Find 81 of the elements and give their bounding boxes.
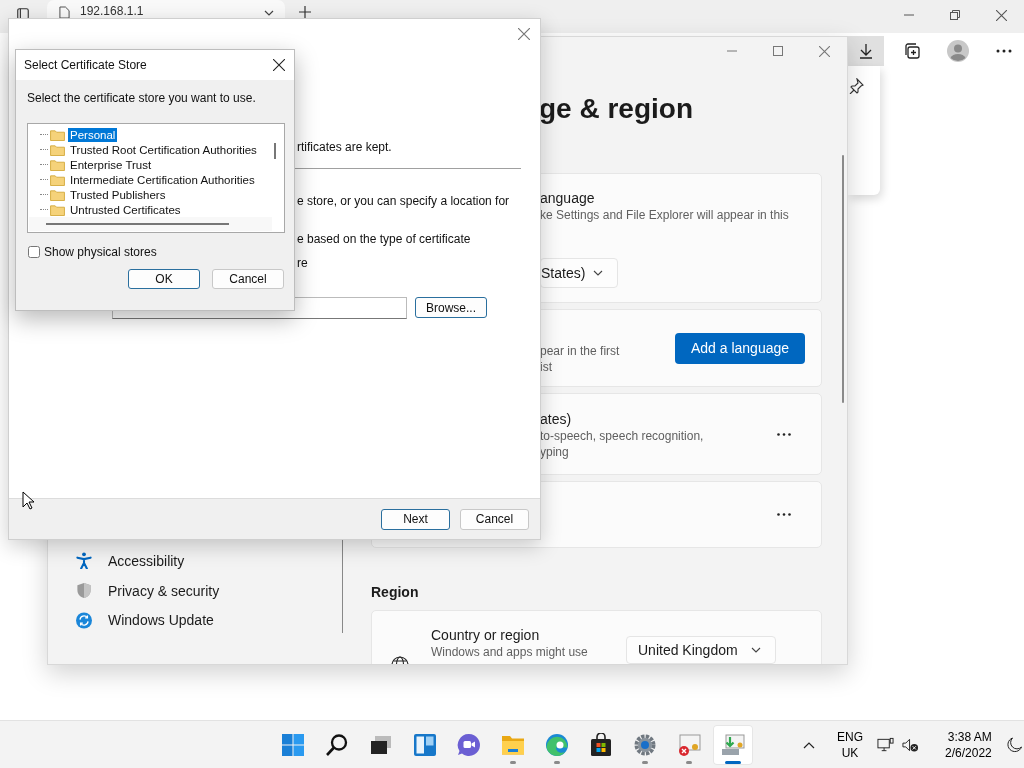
card-title: Country or region (431, 626, 541, 644)
folder-icon (50, 128, 65, 141)
network-icon[interactable] (877, 736, 894, 753)
folder-icon (50, 143, 65, 156)
more-icon[interactable] (777, 513, 791, 516)
store-item[interactable]: Trusted Root Certification Authorities (68, 142, 259, 157)
card-description: Windows and apps might use (431, 644, 588, 660)
chevron-down-icon (751, 647, 761, 653)
ok-button[interactable]: OK (128, 269, 200, 289)
more-icon (996, 49, 1012, 53)
cancel-button[interactable]: Cancel (212, 269, 284, 289)
card-title: ates) (540, 410, 573, 428)
store-item[interactable]: Intermediate Certification Authorities (68, 172, 257, 187)
nav-item[interactable]: Windows Update (48, 607, 342, 633)
section-title: Region (371, 584, 420, 600)
pin-icon[interactable] (848, 78, 864, 94)
nav-item[interactable]: Accessibility (48, 548, 342, 574)
download-icon (858, 43, 874, 59)
option-label: e based on the type of certificate (297, 231, 472, 247)
collections-icon (903, 42, 921, 60)
store-item[interactable]: Trusted Publishers (68, 187, 168, 202)
shopping-bag-icon (589, 732, 613, 757)
close-icon (273, 59, 285, 71)
dialog-title: Select Certificate Store (24, 58, 147, 72)
store-item[interactable]: Untrusted Certificates (68, 202, 183, 217)
card-description: ist (540, 359, 553, 375)
certificate-import-icon (721, 732, 745, 757)
browser-icon (545, 732, 569, 757)
checkbox-label: Show physical stores (44, 245, 157, 259)
start-icon (281, 732, 305, 757)
page-icon (59, 6, 70, 19)
instruction-text: Select the certificate store you want to use. (27, 91, 257, 105)
card-description: ke Settings and File Explorer will appear in this (540, 207, 790, 223)
card-description: yping (540, 444, 570, 460)
close-icon (518, 28, 530, 40)
widgets-icon (413, 732, 437, 757)
page-title: ge & region (539, 92, 693, 126)
language-indicator[interactable]: ENG UK (837, 728, 863, 761)
description-text: rtificates are kept. (297, 139, 393, 155)
folder-icon (50, 158, 65, 171)
new-tab-icon[interactable] (299, 6, 311, 18)
moon-icon[interactable] (1005, 736, 1023, 753)
folder-icon (50, 173, 65, 186)
language-dropdown[interactable]: States) (540, 258, 618, 288)
card-description: to-speech, speech recognition, (540, 428, 705, 444)
restore-icon (950, 10, 960, 20)
avatar-icon (947, 40, 969, 62)
checkbox[interactable] (28, 246, 40, 258)
shield-icon (76, 582, 92, 599)
accessibility-icon (76, 552, 92, 570)
more-icon[interactable] (777, 432, 791, 436)
option-label: re (297, 255, 309, 271)
sync-icon (76, 611, 92, 629)
chevron-down-icon[interactable] (264, 10, 274, 16)
card-title: anguage (540, 189, 596, 207)
maximize-icon (773, 46, 783, 56)
gear-icon (633, 732, 657, 757)
chevron-up-icon[interactable] (803, 740, 815, 749)
wizard-taskbar-button[interactable] (713, 724, 753, 765)
search-icon (325, 732, 349, 757)
store-item[interactable]: Personal (68, 127, 118, 142)
browser-tab[interactable]: 192.168.1.1 (47, 0, 285, 18)
close-icon (995, 9, 1007, 21)
description-text: e store, or you can specify a location for (297, 193, 511, 209)
country-dropdown[interactable]: United Kingdom (626, 636, 776, 664)
folder-icon (50, 188, 65, 201)
clock[interactable]: 3:38 AM 2/6/2022 (945, 728, 992, 761)
card-description: pear in the first (540, 343, 621, 359)
nav-item[interactable]: Privacy & security (48, 577, 342, 604)
close-icon (818, 45, 830, 57)
pointer-icon (22, 491, 34, 510)
certificate-error-icon (677, 732, 701, 757)
next-button[interactable]: Next (381, 508, 450, 530)
store-item[interactable]: Enterprise Trust (68, 157, 154, 172)
video-chat-icon (457, 732, 481, 757)
volume-muted-icon[interactable] (902, 736, 919, 753)
download-button[interactable] (848, 36, 884, 66)
chevron-down-icon (593, 270, 603, 276)
add-language-button[interactable]: Add a language (675, 332, 805, 364)
cancel-button[interactable]: Cancel (460, 508, 529, 530)
browse-button[interactable]: Browse... (415, 297, 487, 318)
